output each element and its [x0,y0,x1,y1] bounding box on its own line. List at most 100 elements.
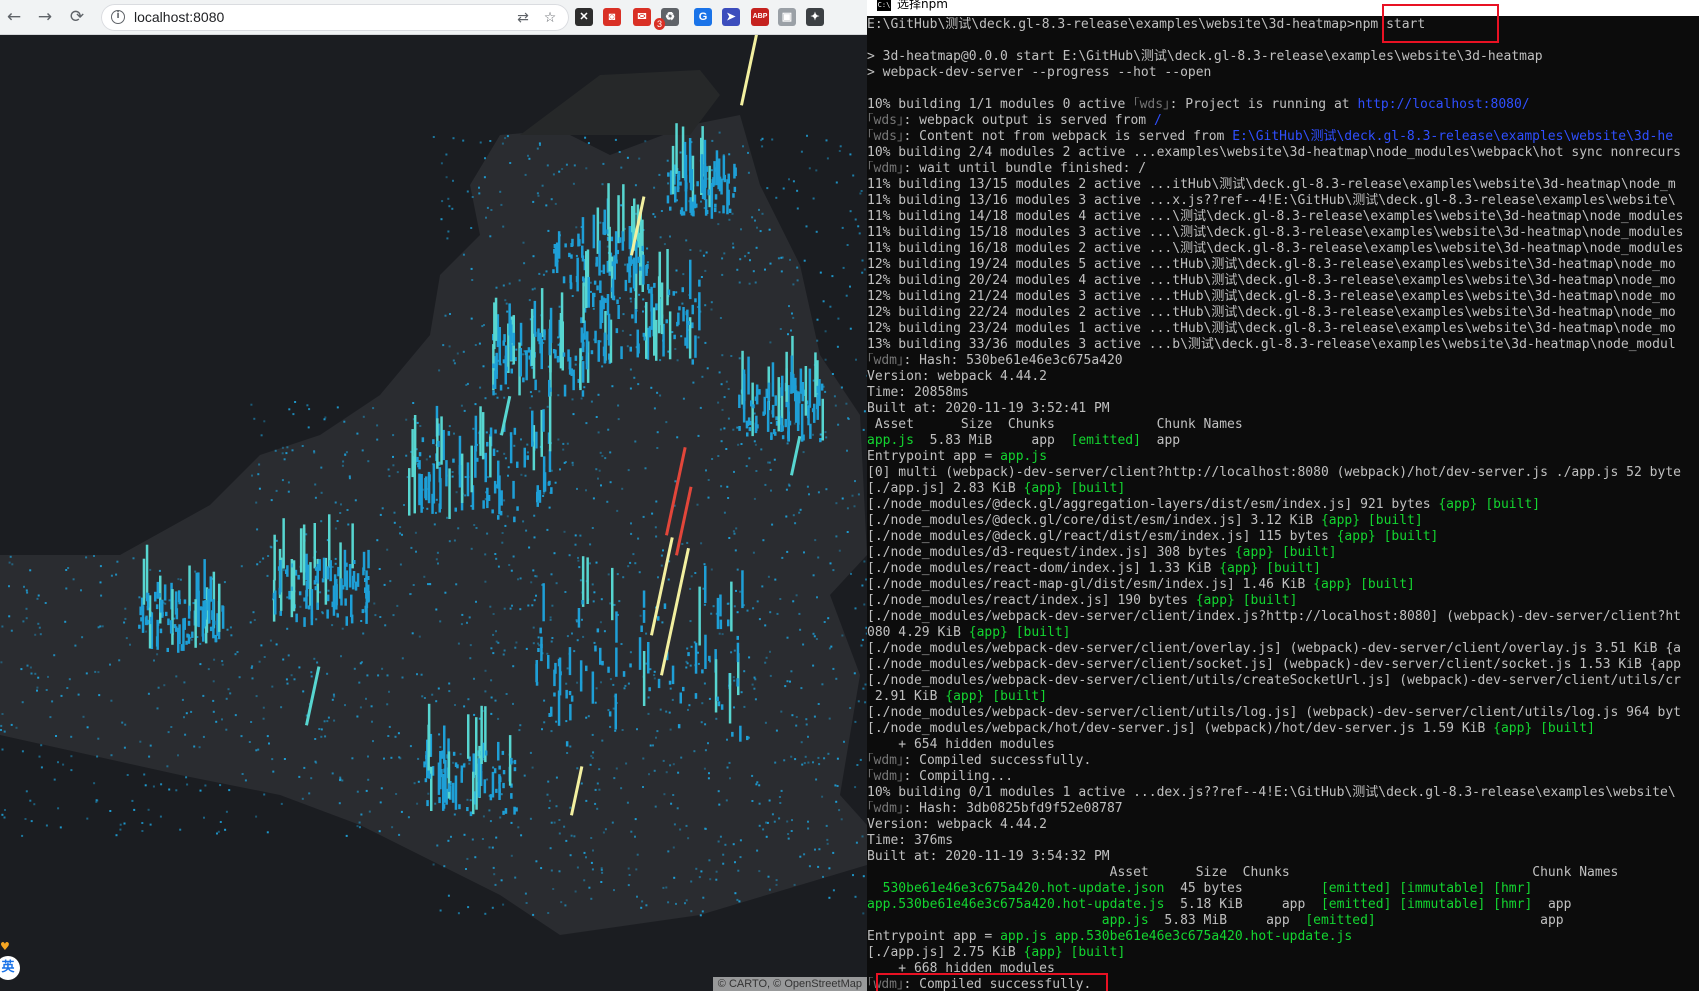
url-text[interactable]: localhost:8080 [134,9,224,25]
abp-extension-icon[interactable]: ABP [751,8,769,26]
terminal-text: [built] [1266,561,1321,576]
terminal-text: [built] [1070,945,1126,960]
terminal-line: ｢wdm｣: Hash: 530be61e46e3c675a420 [867,353,1699,369]
terminal-line: 2.91 KiB {app} [built] [867,689,1699,705]
capture-extension-icon[interactable]: ▣ [778,8,796,26]
terminal-text: [built] [1281,545,1337,560]
terminal-text: [./app.js] 2.75 KiB [867,945,1024,960]
terminal-line: app.530be61e46e3c675a420.hot-update.js 5… [867,897,1699,913]
terminal-text: : webpack output is served from [903,113,1154,128]
terminal-titlebar: C:\ 选择npm [867,0,1699,16]
back-button[interactable]: ← [1,4,27,30]
reload-icon: ⟳ [69,7,85,27]
terminal-line: > 3d-heatmap@0.0.0 start E:\GitHub\测试\de… [867,49,1699,65]
translate-icon[interactable]: ⇄ [514,9,532,27]
terminal-text: 080 4.29 KiB [867,625,969,640]
terminal-line: 11% building 14/18 modules 4 active ...\… [867,209,1699,225]
terminal-line: [./node_modules/react-dom/index.js] 1.33… [867,561,1699,577]
terminal-text: [built] [1383,529,1439,544]
terminal-line: [0] multi (webpack)-dev-server/client?ht… [867,465,1699,481]
terminal-text: app.js [867,433,914,448]
terminal-line: 11% building 13/16 modules 3 active ...x… [867,193,1699,209]
terminal-line: 080 4.29 KiB {app} [built] [867,625,1699,641]
terminal-line: Asset Size Chunks Chunk Names [867,865,1699,881]
terminal-line: E:\GitHub\测试\deck.gl-8.3-release\example… [867,17,1699,33]
terminal-line: [./app.js] 2.83 KiB {app} [built] [867,481,1699,497]
terminal-line: ｢wdm｣: Compiling... [867,769,1699,785]
reload-button[interactable]: ⟳ [64,4,90,30]
terminal-text: 12% building 19/24 modules 5 active ...t… [867,257,1676,272]
terminal-text: 530be61e46e3c675a420.hot-update.json [867,881,1165,896]
terminal-text: [emitted] [immutable] [hmr] [1320,881,1533,896]
terminal-line: [./node_modules/webpack-dev-server/clien… [867,657,1699,673]
terminal-line: [./node_modules/webpack-dev-server/clien… [867,609,1699,625]
x-extension-icon[interactable]: ✕ [575,8,593,26]
terminal-line: [./node_modules/webpack-dev-server/clien… [867,673,1699,689]
terminal-text: {app} [1438,497,1478,512]
terminal-line: ｢wdm｣: Compiled successfully. [867,977,1699,991]
terminal-text: [./node_modules/webpack/hot/dev-server.j… [867,721,1494,736]
terminal-text: Asset Size Chunks Chunk Names [867,865,1619,880]
camera-extension-icon[interactable]: ◙ [603,8,621,26]
terminal-line: [./node_modules/react/index.js] 190 byte… [867,593,1699,609]
terminal-text: {app} [1320,513,1361,528]
terminal-text: {app} [945,689,985,704]
bookmark-star-icon[interactable]: ☆ [541,9,559,27]
cmd-icon: C:\ [877,0,891,11]
terminal-text: app [1532,897,1572,912]
terminal-text: ｢wdm｣ [867,801,904,816]
terminal-line: 530be61e46e3c675a420.hot-update.json 45 … [867,881,1699,897]
terminal-text: ｢wds｣ [867,129,904,144]
terminal-text: 11% building 15/18 modules 3 active ...\… [867,225,1684,240]
terminal-text: 2.91 KiB [867,689,946,704]
terminal-line: [./node_modules/react-map-gl/dist/esm/in… [867,577,1699,593]
map-attribution[interactable]: © CARTO, © OpenStreetMap [712,977,867,991]
terminal-text: 5.83 MiB app [913,433,1071,448]
terminal-text: 11% building 13/15 modules 2 active ...i… [867,177,1676,192]
cursor-extension-icon[interactable]: ➤ [722,8,740,26]
terminal-text: > webpack-dev-server --progress --hot --… [867,65,1212,80]
terminal-line: 12% building 21/24 modules 3 active ...t… [867,289,1699,305]
terminal-line: 10% building 2/4 modules 2 active ...exa… [867,145,1699,161]
terminal-text: [built] [1242,593,1298,608]
terminal-text: [emitted] [1305,913,1376,928]
address-bar[interactable]: i localhost:8080 ⇄ ☆ [101,4,569,31]
terminal-text: : Project is running at [1169,97,1358,112]
translate-extension-icon[interactable]: G [694,8,712,26]
3d-heatmap-map[interactable]: © CARTO, © OpenStreetMap [0,35,867,991]
terminal-text: [./node_modules/react-map-gl/dist/esm/in… [867,577,1314,592]
terminal-text: [built] [1367,513,1423,528]
terminal-text: [emitted] [1070,433,1141,448]
terminal-line: Asset Size Chunks Chunk Names [867,417,1699,433]
site-info-icon[interactable]: i [111,10,125,24]
terminal-line: [./node_modules/webpack-dev-server/clien… [867,705,1699,721]
terminal-text: [./node_modules/@deck.gl/aggregation-lay… [867,497,1439,512]
terminal-text: [./node_modules/d3-request/index.js] 308… [867,545,1235,560]
terminal-text: {app} [1023,481,1063,496]
puzzle-extension-icon[interactable]: ✦ [806,8,824,26]
terminal-text: [built] [1015,625,1071,640]
terminal-text: [./app.js] 2.83 KiB [867,481,1024,496]
terminal-line: [./node_modules/@deck.gl/react/dist/esm/… [867,529,1699,545]
terminal-output[interactable]: E:\GitHub\测试\deck.gl-8.3-release\example… [867,17,1699,991]
terminal-line: Built at: 2020-11-19 3:52:41 PM [867,401,1699,417]
terminal-text: : wait until bundle finished: / [903,161,1147,176]
terminal-text: / [1153,113,1162,128]
terminal-text: [./node_modules/@deck.gl/core/dist/esm/i… [867,513,1321,528]
terminal-text: [built] [1485,497,1541,512]
terminal-text: : Hash: 530be61e46e3c675a420 [903,353,1123,368]
mail-extension-icon[interactable]: ✉ [633,8,651,26]
terminal-line: + 668 hidden modules [867,961,1699,977]
terminal-window[interactable]: C:\ 选择npm E:\GitHub\测试\deck.gl-8.3-relea… [867,0,1699,991]
terminal-text: 10% building 0/1 modules 1 active ...dex… [867,785,1676,800]
forward-button[interactable]: → [32,4,58,30]
terminal-text: Time: 20858ms [867,385,969,400]
terminal-text: ｢wdm｣ [867,161,904,176]
terminal-line: ｢wdm｣: wait until bundle finished: / [867,161,1699,177]
heatmap-canvas[interactable] [0,35,867,991]
terminal-text: E:\GitHub\测试\deck.gl-8.3-release\example… [1232,129,1674,144]
terminal-title: 选择npm [897,0,948,11]
